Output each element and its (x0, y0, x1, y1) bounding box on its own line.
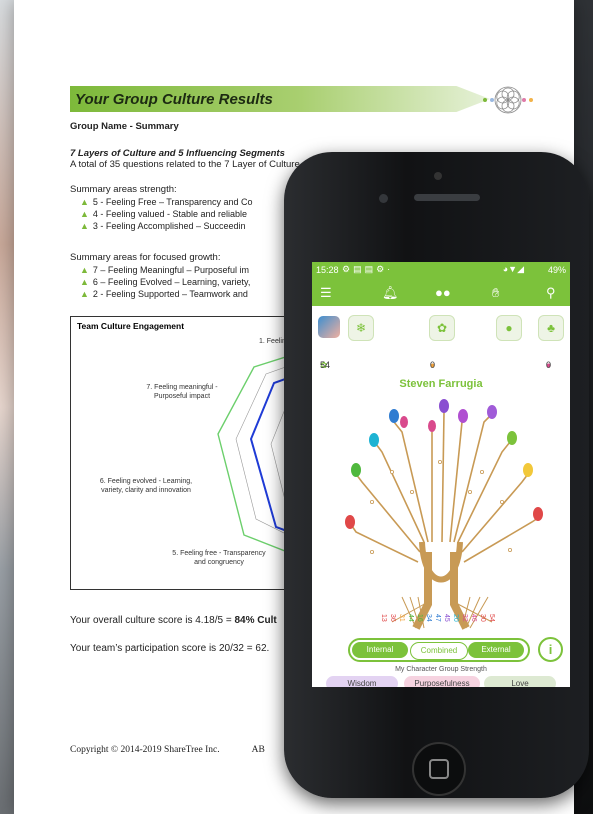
growth-item: ▲ 7 – Feeling Meaningful – Purposeful im (80, 265, 250, 275)
segment-toggle: Internal Combined External (348, 638, 530, 662)
strength-item: ▲ 3 - Feeling Accomplished – Succeedin (80, 221, 246, 231)
clover-icon[interactable]: ♣ (538, 315, 564, 341)
bullet-arrow-icon: ▲ (80, 289, 89, 299)
growth-heading: Summary areas for focused growth: (70, 252, 221, 263)
section-heading: 7 Layers of Culture and 5 Influencing Se… (70, 148, 285, 159)
people-icon[interactable]: ● (496, 315, 522, 341)
user-name: Steven Farrugia (399, 378, 483, 390)
home-square-icon (429, 759, 449, 779)
menu-icon[interactable]: ☰ (320, 285, 332, 301)
character-tree (345, 399, 543, 630)
tree-network-icon[interactable]: ❄ (348, 315, 374, 341)
status-time: 15:28 (316, 265, 339, 275)
bullet-arrow-icon: ▲ (80, 265, 89, 275)
bullet-arrow-icon: ▲ (80, 197, 89, 207)
hand-icon[interactable]: ✋︎ (492, 285, 499, 301)
avatar[interactable] (318, 316, 340, 338)
top-navigation: ☰ 🔔︎ ●● ✋︎ ⚲ (312, 279, 570, 306)
leaf-icon[interactable]: ✿ (429, 315, 455, 341)
growth-item: ▲ 2 - Feeling Supported – Teamwork and (80, 289, 248, 299)
segment-external[interactable]: External (468, 642, 524, 658)
bullet-arrow-icon: ▲ (80, 221, 89, 231)
radar-label-bottom: 5. Feeling free - Transparency and congr… (172, 550, 266, 566)
growth-item: ▲ 6 – Feeling Evolved – Learning, variety… (80, 277, 251, 287)
leaf-purple (439, 399, 449, 413)
camera-icon (434, 172, 442, 180)
leaf-counts: ✿ 54 ● 0 ● 0 (320, 360, 552, 370)
strength-pill-love[interactable]: Love (484, 676, 556, 687)
copyright-text: Copyright © 2014-2019 ShareTree Inc. AB (70, 745, 265, 755)
report-title: Your Group Culture Results (75, 91, 273, 108)
info-icon[interactable]: i (538, 637, 563, 662)
search-icon[interactable]: ⚲ (546, 285, 556, 301)
participation-score: Your team’s participation score is 20/32… (70, 643, 270, 654)
group-icon[interactable]: ●● (435, 285, 451, 300)
bell-icon[interactable]: 🔔︎ (382, 285, 399, 301)
notification-icons: ⚙▤▤⚙· (342, 264, 394, 274)
strength-pill-wisdom[interactable]: Wisdom (326, 676, 398, 687)
segment-combined[interactable]: Combined (410, 642, 468, 660)
battery-level: 49% (547, 265, 566, 275)
strength-heading: Summary areas strength: (70, 184, 177, 195)
radar-label-upper-left: 7. Feeling meaningful - Purposeful impac… (146, 384, 218, 400)
strength-item: ▲ 4 - Feeling valued - Stable and reliabl… (80, 209, 248, 219)
flower-logo-icon (483, 86, 533, 114)
speaker-grille (414, 194, 480, 201)
bullet-arrow-icon: ▲ (80, 277, 89, 287)
group-name-heading: Group Name - Summary (70, 121, 179, 132)
radar-chart-title: Team Culture Engagement (77, 321, 185, 331)
strength-pill-purposefulness[interactable]: Purposefulness (404, 676, 480, 687)
bullet-arrow-icon: ▲ (80, 209, 89, 219)
radar-label-left: 6. Feeling evolved - Learning, variety, … (99, 478, 193, 494)
tree-scores: 13 36 31 44 16 34 47 45 20 32 46 30 54 (380, 614, 495, 622)
group-strength-title: My Character Group Strength (395, 666, 487, 673)
sub-navigation: ❄ ✿ ● ♣ (312, 310, 570, 344)
home-button[interactable] (412, 742, 466, 796)
signal-icon: ◕▼◢ (502, 264, 524, 274)
status-bar: 15:28 ⚙▤▤⚙· ◕▼◢ 49% (312, 262, 570, 279)
app-screen: 15:28 ⚙▤▤⚙· ◕▼◢ 49% ☰ 🔔︎ ●● ✋︎ ⚲ ❄ ✿ ● ♣… (312, 262, 570, 687)
overall-score: Your overall culture score is 4.18/5 = 8… (70, 615, 277, 626)
segment-internal[interactable]: Internal (352, 642, 408, 658)
front-camera-icon (379, 194, 388, 203)
strength-item: ▲ 5 - Feeling Free – Transparency and Co (80, 197, 253, 207)
